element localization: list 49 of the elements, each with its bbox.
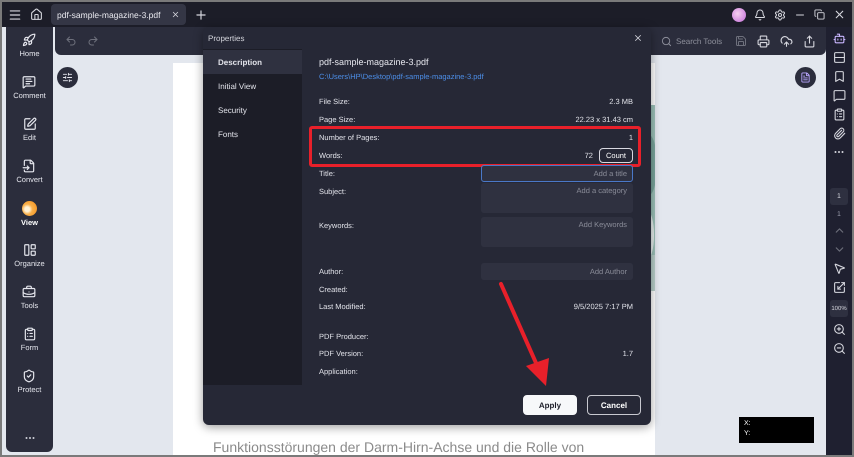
close-icon[interactable]	[633, 33, 643, 43]
cancel-button[interactable]: Cancel	[587, 395, 641, 415]
settings-icon[interactable]	[774, 8, 786, 20]
file-name: pdf-sample-magazine-3.pdf	[319, 57, 430, 67]
document-text: Funktionsstörungen der Darm-Hirn-Achse und die Rolle von	[213, 439, 586, 455]
comment-icon[interactable]	[832, 89, 846, 102]
search-field[interactable]: Search Tools	[661, 36, 725, 46]
organize-icon	[22, 243, 36, 257]
search-icon	[661, 36, 672, 46]
home-icon[interactable]	[30, 8, 43, 21]
bot-icon[interactable]	[832, 32, 846, 45]
dialog-title: Properties	[208, 34, 244, 42]
pointer-icon[interactable]	[832, 262, 846, 275]
restore-icon[interactable]	[814, 9, 825, 20]
avatar[interactable]	[732, 8, 746, 22]
zoom-in-icon[interactable]	[832, 323, 846, 336]
comment-icon	[22, 75, 36, 89]
layout-icon[interactable]	[832, 51, 846, 64]
zoom-out-icon[interactable]	[832, 342, 846, 355]
menu-icon[interactable]	[8, 8, 22, 22]
orb-icon	[22, 201, 37, 216]
dialog-tab[interactable]: Fonts	[203, 122, 302, 146]
rocket-icon	[22, 33, 36, 47]
close-icon[interactable]	[833, 8, 846, 21]
attachment-icon[interactable]	[832, 127, 846, 140]
printer-icon[interactable]	[757, 34, 770, 48]
save-icon[interactable]	[735, 35, 747, 47]
ai-assistant-icon[interactable]	[795, 67, 816, 88]
fit-icon[interactable]	[832, 281, 846, 294]
dialog-tab[interactable]: Security	[203, 98, 302, 122]
bookmark-icon[interactable]	[832, 70, 846, 83]
add-tab-icon[interactable]	[194, 8, 208, 22]
sliders-icon[interactable]	[57, 67, 78, 88]
apply-button[interactable]: Apply	[523, 395, 577, 415]
redo-icon[interactable]	[87, 35, 99, 47]
bell-icon[interactable]	[754, 8, 766, 20]
form-icon[interactable]	[832, 108, 846, 121]
shield-icon	[22, 369, 36, 383]
convert-icon	[22, 159, 36, 173]
edit-icon	[22, 117, 36, 131]
undo-icon[interactable]	[65, 35, 77, 47]
document-tab[interactable]: pdf-sample-magazine-3.pdf	[51, 4, 186, 25]
toolbox-icon	[22, 285, 36, 299]
form-icon	[22, 327, 36, 341]
dialog-tab[interactable]: Description	[203, 50, 302, 74]
share-icon[interactable]	[803, 34, 816, 48]
cloud-upload-icon[interactable]	[780, 34, 793, 48]
close-icon[interactable]	[171, 10, 180, 19]
dialog-tab[interactable]: Initial View	[203, 74, 302, 98]
